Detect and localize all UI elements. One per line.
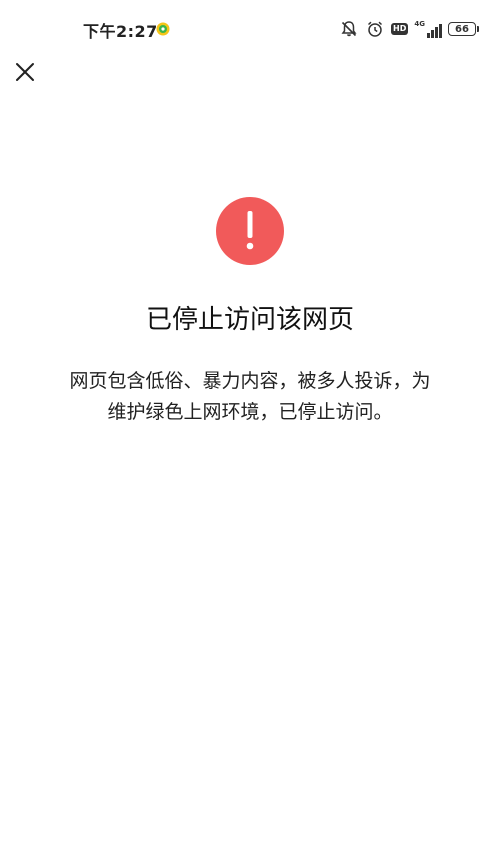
page-title: 已停止访问该网页 xyxy=(145,305,354,335)
block-reason-line-1: 网页包含低俗、暴力内容，被多人投诉，为 xyxy=(69,370,431,392)
status-icons: HD 4G 66 xyxy=(339,18,479,40)
network-type-label: 4G xyxy=(414,20,425,28)
close-icon xyxy=(16,63,34,81)
signal-strength-icon: 4G xyxy=(414,20,442,38)
battery-icon: 66 xyxy=(448,22,479,36)
close-button[interactable] xyxy=(12,58,40,86)
block-reason-line-2: 维护绿色上网环境，已停止访问。 xyxy=(107,401,393,423)
silent-bell-icon xyxy=(339,19,359,39)
notification-app-icon xyxy=(156,21,170,36)
hd-volte-icon: HD xyxy=(391,23,409,35)
status-bar: 下午2:27 HD 4G 66 xyxy=(0,0,500,58)
battery-level: 66 xyxy=(455,23,469,35)
status-time: 下午2:27 xyxy=(83,22,158,41)
alarm-clock-icon xyxy=(365,19,385,39)
block-reason-text: 网页包含低俗、暴力内容，被多人投诉，为 维护绿色上网环境，已停止访问。 xyxy=(40,366,460,428)
warning-icon xyxy=(216,197,284,265)
blocked-page-screen: 下午2:27 HD 4G 66 已停止访问该网页 网页包含低俗、暴力内容，被多人… xyxy=(0,0,500,866)
